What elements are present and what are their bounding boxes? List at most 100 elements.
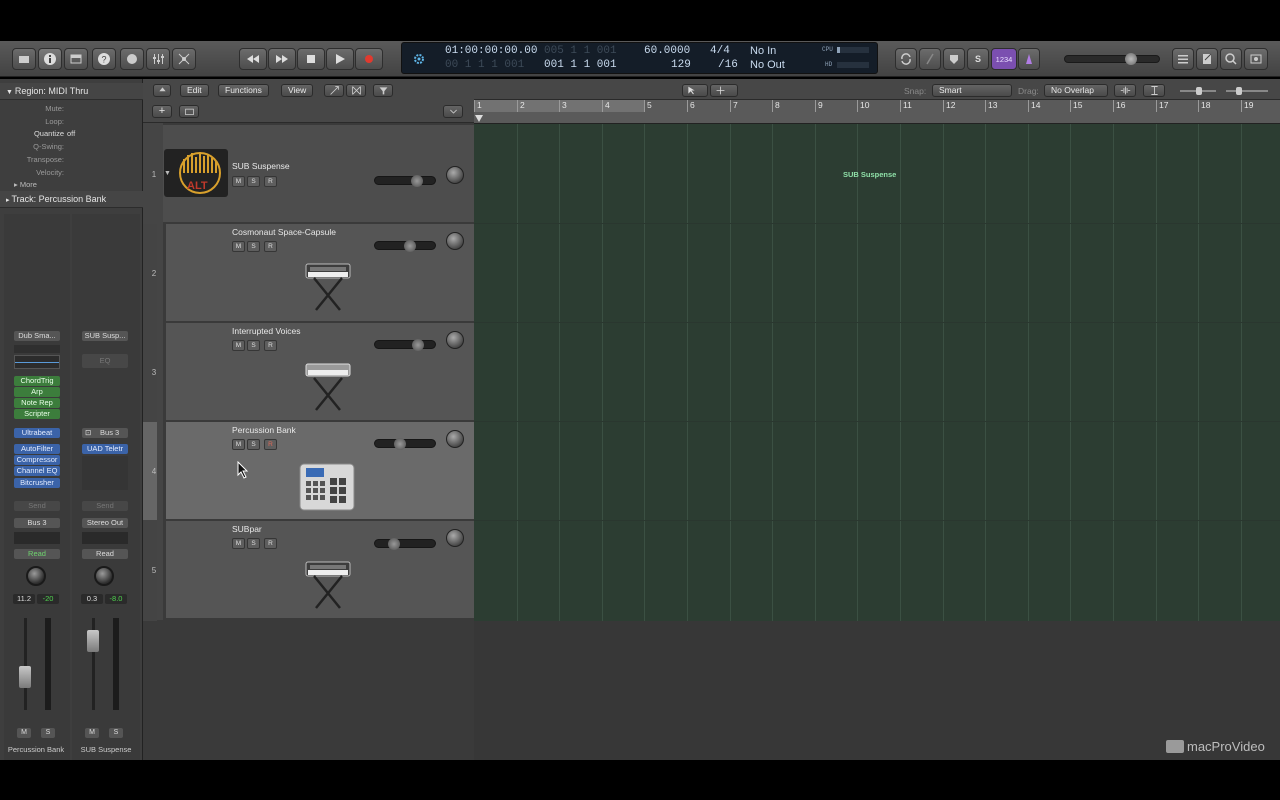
param-quantize-value[interactable]: off bbox=[67, 129, 75, 138]
peak-readout[interactable]: -8.0 bbox=[105, 594, 127, 604]
track-solo-button[interactable]: S bbox=[247, 538, 260, 549]
track-record-button[interactable]: R bbox=[264, 439, 277, 450]
quick-help-button[interactable]: ? bbox=[92, 48, 116, 70]
audio-fx-empty[interactable] bbox=[82, 456, 128, 490]
track-volume-handle[interactable] bbox=[394, 438, 406, 450]
automation-mode[interactable]: Read bbox=[82, 549, 128, 559]
flex-button[interactable] bbox=[346, 84, 366, 97]
list-editors-button[interactable] bbox=[1172, 48, 1194, 70]
mixer-button[interactable] bbox=[146, 48, 170, 70]
track-record-button[interactable]: R bbox=[264, 538, 277, 549]
midi-fx-slot[interactable]: Scripter bbox=[14, 409, 60, 419]
pan-knob[interactable] bbox=[94, 566, 114, 586]
output-slot[interactable]: Stereo Out bbox=[82, 518, 128, 528]
track-volume-slider[interactable] bbox=[374, 438, 436, 450]
drag-select[interactable]: No Overlap bbox=[1044, 84, 1108, 97]
track-volume-slider[interactable] bbox=[374, 240, 436, 252]
functions-menu[interactable]: Functions bbox=[218, 84, 269, 97]
eq-thumbnail[interactable]: EQ bbox=[82, 354, 128, 368]
audio-fx-slot[interactable]: Channel EQ bbox=[14, 466, 60, 476]
master-volume-handle[interactable] bbox=[1125, 53, 1137, 65]
track-mute-button[interactable]: M bbox=[232, 176, 245, 187]
automation-mode[interactable]: Read bbox=[14, 549, 60, 559]
vertical-zoom-slider[interactable] bbox=[1180, 87, 1216, 95]
playhead-marker-icon[interactable] bbox=[475, 115, 483, 122]
pan-knob[interactable] bbox=[26, 566, 46, 586]
track-record-button[interactable]: R bbox=[264, 340, 277, 351]
bar-ruler[interactable]: 1 2 3 4 5 6 7 8 9 10 11 12 13 14 15 16 17 18 19 bbox=[474, 100, 1280, 124]
track-pan-knob[interactable] bbox=[446, 430, 464, 448]
track-mute-button[interactable]: M bbox=[232, 538, 245, 549]
master-volume-slider[interactable] bbox=[1064, 53, 1160, 65]
track-volume-slider[interactable] bbox=[374, 175, 436, 187]
gear-icon[interactable] bbox=[412, 52, 426, 66]
empty-arrange-area[interactable] bbox=[474, 621, 1280, 760]
track-height-button[interactable] bbox=[1143, 84, 1165, 97]
vertical-zoom-handle[interactable] bbox=[1196, 87, 1202, 95]
track-mute-button[interactable]: M bbox=[232, 340, 245, 351]
track-record-button[interactable]: R bbox=[264, 176, 277, 187]
cycle-button[interactable] bbox=[895, 48, 917, 70]
snap-select[interactable]: Smart bbox=[932, 84, 1012, 97]
send-slot[interactable]: Send bbox=[14, 501, 60, 511]
volume-fader[interactable] bbox=[19, 666, 31, 688]
add-track-button[interactable]: + bbox=[152, 105, 172, 118]
track-volume-handle[interactable] bbox=[411, 175, 423, 187]
track-pan-knob[interactable] bbox=[446, 166, 464, 184]
track-solo-button[interactable]: S bbox=[247, 340, 260, 351]
lcd-display[interactable]: 01:00:00:00.00 00 1 1 1 001 005 1 1 001 … bbox=[401, 42, 878, 74]
audio-fx-slot[interactable]: UAD Teletr bbox=[82, 444, 128, 454]
up-level-button[interactable] bbox=[153, 84, 171, 97]
smart-controls-button[interactable] bbox=[120, 48, 144, 70]
track-pan-knob[interactable] bbox=[446, 232, 464, 250]
lcd-time-signature[interactable]: 4/4 bbox=[710, 45, 730, 57]
metronome-button[interactable] bbox=[1018, 48, 1040, 70]
midi-fx-slot[interactable]: Note Rep bbox=[14, 398, 60, 408]
mute-button[interactable]: M bbox=[17, 728, 31, 738]
solo-button[interactable]: S bbox=[41, 728, 55, 738]
view-menu[interactable]: View bbox=[281, 84, 314, 97]
group-slot[interactable] bbox=[14, 532, 60, 544]
record-button[interactable] bbox=[355, 48, 383, 70]
track-name[interactable]: SUB Suspense bbox=[232, 161, 290, 171]
track-pan-knob[interactable] bbox=[446, 529, 464, 547]
replace-button[interactable] bbox=[943, 48, 965, 70]
track-volume-slider[interactable] bbox=[374, 339, 436, 351]
output-slot[interactable]: Bus 3 bbox=[14, 518, 60, 528]
play-button[interactable] bbox=[326, 48, 354, 70]
inspector-button[interactable] bbox=[38, 48, 62, 70]
library-button[interactable] bbox=[12, 48, 36, 70]
audio-fx-slot[interactable]: Compressor bbox=[14, 455, 60, 465]
secondary-tool-menu[interactable] bbox=[710, 84, 738, 97]
pointer-tool-menu[interactable] bbox=[682, 84, 708, 97]
lcd-division[interactable]: /16 bbox=[718, 59, 738, 71]
new-folder-button[interactable] bbox=[179, 105, 199, 118]
setting-button[interactable]: SUB Susp... bbox=[82, 331, 128, 341]
waveform-zoom-button[interactable] bbox=[1114, 84, 1136, 97]
forward-button[interactable] bbox=[268, 48, 296, 70]
track-record-button[interactable]: R bbox=[264, 241, 277, 252]
volume-readout[interactable]: 0.3 bbox=[81, 594, 103, 604]
audio-fx-slot[interactable]: Bitcrusher bbox=[14, 478, 60, 488]
track-name[interactable]: Percussion Bank bbox=[232, 425, 296, 435]
loop-browser-button[interactable] bbox=[1220, 48, 1242, 70]
track-solo-button[interactable]: S bbox=[247, 439, 260, 450]
more-disclosure[interactable]: ▸ More bbox=[14, 180, 37, 189]
track-volume-handle[interactable] bbox=[404, 240, 416, 252]
track-inspector-header[interactable]: ▸ Track: Percussion Bank bbox=[0, 191, 143, 208]
editors-button[interactable] bbox=[172, 48, 196, 70]
track-pan-knob[interactable] bbox=[446, 331, 464, 349]
horizontal-zoom-slider[interactable] bbox=[1226, 87, 1268, 95]
catch-playhead-button[interactable] bbox=[324, 84, 344, 97]
midi-filter-button[interactable] bbox=[373, 84, 393, 97]
global-tracks-button[interactable] bbox=[443, 105, 463, 118]
midi-fx-slot[interactable]: Arp bbox=[14, 387, 60, 397]
horizontal-zoom-handle[interactable] bbox=[1236, 87, 1242, 95]
browsers-button[interactable] bbox=[1244, 48, 1268, 70]
eq-thumbnail[interactable] bbox=[14, 355, 60, 369]
lcd-tempo[interactable]: 60.0000 bbox=[644, 45, 690, 57]
track-name[interactable]: Interrupted Voices bbox=[232, 326, 301, 336]
volume-readout[interactable]: 11.2 bbox=[13, 594, 35, 604]
tuner-button[interactable] bbox=[919, 48, 941, 70]
instrument-slot[interactable]: Ultrabeat bbox=[14, 428, 60, 438]
